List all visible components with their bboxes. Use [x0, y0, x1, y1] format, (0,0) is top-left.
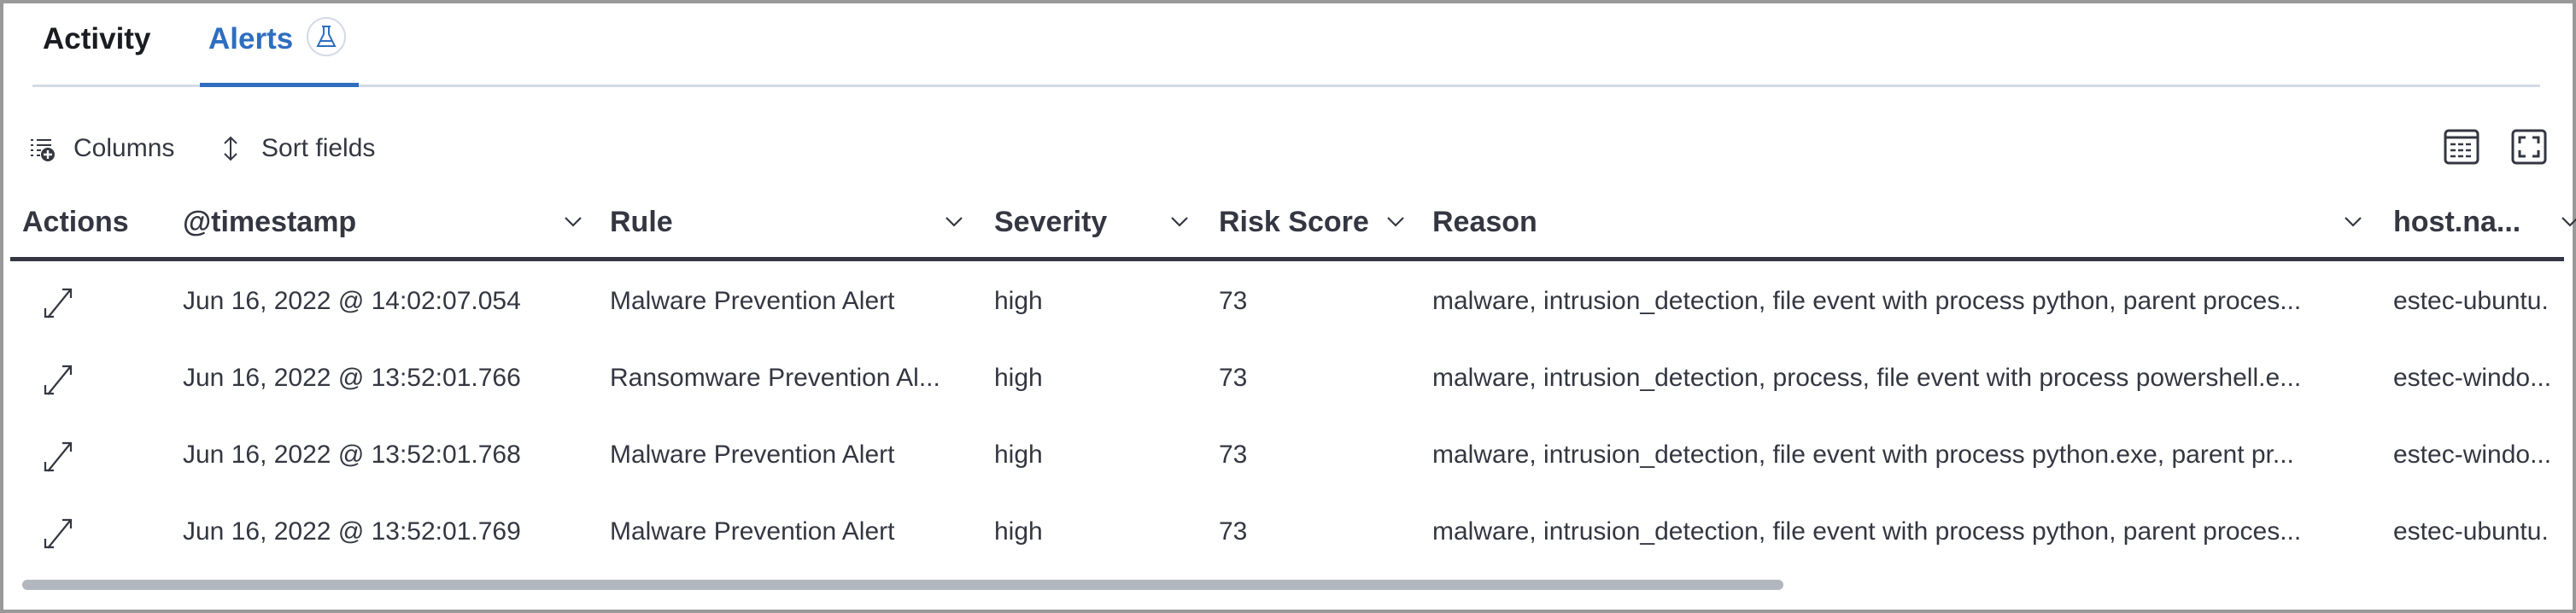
expand-icon — [44, 518, 73, 549]
table-density-icon — [2444, 129, 2479, 165]
chevron-down-icon[interactable] — [2340, 208, 2366, 234]
sort-fields-label: Sort fields — [261, 134, 376, 162]
column-header-rule[interactable]: Rule — [610, 201, 969, 242]
expand-row-button[interactable] — [41, 439, 75, 473]
expand-icon — [44, 365, 73, 395]
chevron-down-icon[interactable] — [1167, 208, 1192, 234]
cell-severity: high — [994, 287, 1043, 315]
chevron-down-icon[interactable] — [1383, 208, 1408, 234]
column-header-label: host.na... — [2393, 205, 2521, 238]
cell-reason: malware, intrusion_detection, file event… — [1432, 441, 2294, 469]
active-tab-indicator — [200, 83, 359, 87]
expand-icon — [44, 441, 73, 472]
cell-risk-score: 73 — [1219, 441, 1248, 469]
columns-add-icon — [27, 133, 58, 164]
cell-reason: malware, intrusion_detection, process, f… — [1432, 364, 2302, 392]
tab-activity[interactable]: Activity — [43, 22, 150, 56]
tabs-divider — [32, 85, 2540, 87]
fullscreen-icon — [2511, 129, 2547, 165]
cell-host-name: estec-windo... — [2393, 364, 2552, 392]
horizontal-scrollbar-thumb[interactable] — [22, 580, 1783, 590]
header-divider — [10, 257, 2564, 261]
chevron-down-icon[interactable] — [941, 208, 967, 234]
expand-row-button[interactable] — [41, 362, 75, 396]
cell-risk-score: 73 — [1219, 287, 1248, 315]
columns-label: Columns — [73, 134, 175, 162]
column-header-timestamp[interactable]: @timestamp — [183, 201, 584, 242]
cell-timestamp: Jun 16, 2022 @ 13:52:01.768 — [183, 441, 521, 469]
chevron-down-icon[interactable] — [560, 208, 586, 234]
column-header-risk-score[interactable]: Risk Score — [1219, 201, 1415, 242]
expand-row-button[interactable] — [41, 285, 75, 319]
cell-reason: malware, intrusion_detection, file event… — [1432, 517, 2302, 546]
cell-host-name: estec-windo... — [2393, 441, 2552, 469]
column-header-host-name[interactable]: host.na... — [2393, 201, 2576, 242]
table-density-button[interactable] — [2443, 128, 2480, 166]
fullscreen-button[interactable] — [2510, 128, 2548, 166]
expand-icon — [44, 288, 73, 318]
column-header-label: Risk Score — [1219, 205, 1369, 238]
cell-timestamp: Jun 16, 2022 @ 13:52:01.769 — [183, 517, 521, 546]
column-header-label: Actions — [22, 205, 129, 238]
cell-risk-score: 73 — [1219, 364, 1248, 392]
beaker-icon — [316, 26, 337, 47]
cell-severity: high — [994, 364, 1043, 392]
cell-timestamp: Jun 16, 2022 @ 14:02:07.054 — [183, 287, 521, 315]
column-header-reason[interactable]: Reason — [1432, 201, 2372, 242]
expand-row-button[interactable] — [41, 516, 75, 550]
beta-badge — [307, 17, 346, 56]
sort-fields-button[interactable]: Sort fields — [215, 131, 375, 166]
column-header-label: Rule — [610, 205, 673, 238]
column-header-label: Reason — [1432, 205, 1537, 238]
cell-severity: high — [994, 441, 1043, 469]
tab-alerts[interactable]: Alerts — [208, 22, 293, 56]
cell-rule: Malware Prevention Alert — [610, 517, 895, 546]
column-header-severity[interactable]: Severity — [994, 201, 1199, 242]
cell-reason: malware, intrusion_detection, file event… — [1432, 287, 2302, 315]
cell-host-name: estec-ubuntu. — [2393, 287, 2549, 315]
cell-rule: Malware Prevention Alert — [610, 287, 895, 315]
cell-rule: Malware Prevention Alert — [610, 441, 895, 469]
cell-severity: high — [994, 517, 1043, 546]
columns-button[interactable]: Columns — [27, 131, 174, 166]
cell-rule: Ransomware Prevention Al... — [610, 364, 940, 392]
cell-risk-score: 73 — [1219, 517, 1248, 546]
cell-host-name: estec-ubuntu. — [2393, 517, 2549, 546]
cell-timestamp: Jun 16, 2022 @ 13:52:01.766 — [183, 364, 521, 392]
column-header-label: @timestamp — [183, 205, 357, 238]
column-header-label: Severity — [994, 205, 1108, 238]
column-header-actions: Actions — [22, 201, 129, 242]
chevron-down-icon[interactable] — [2557, 208, 2576, 234]
sort-arrows-icon — [215, 133, 246, 164]
